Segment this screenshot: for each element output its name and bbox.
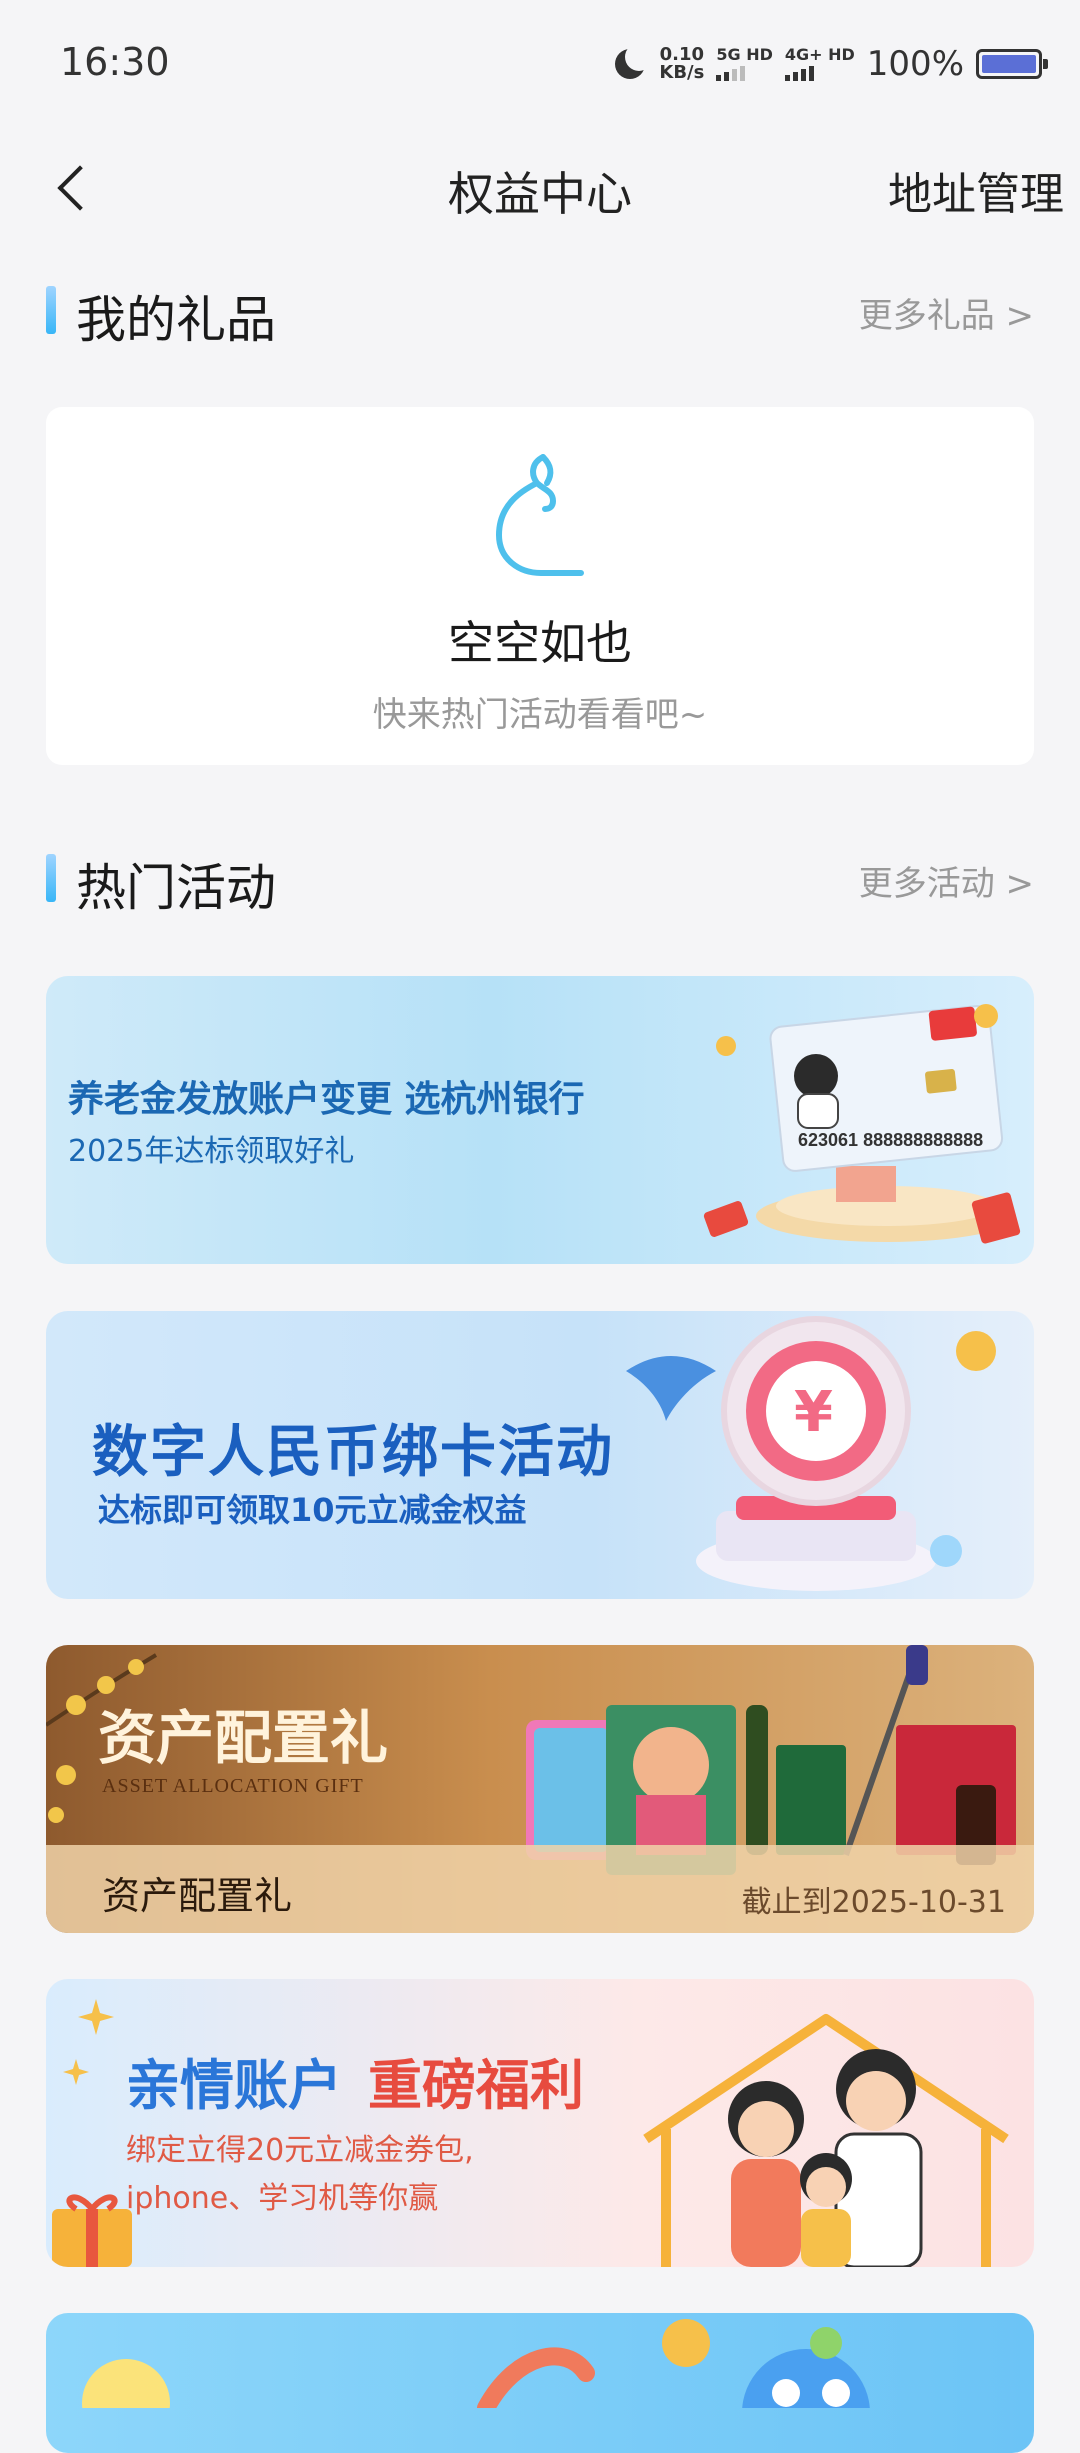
- banner-subtitle: 达标即可领取10元立减金权益: [98, 1491, 527, 1529]
- sparkle-icon: [63, 1999, 114, 2085]
- banner-label: 资产配置礼: [102, 1874, 293, 1918]
- banner-title: 养老金发放账户变更 选杭州银行: [68, 1079, 585, 1120]
- banner-english-title: ASSET ALLOCATION GIFT: [102, 1775, 364, 1797]
- empty-title: 空空如也: [448, 616, 632, 670]
- pension-account-banner[interactable]: 养老金发放账户变更 选杭州银行 2025年达标领取好礼 623061 88888…: [46, 976, 1034, 1264]
- status-icons: 0.10 KB/s 5G HD 4G+ HD 100%: [613, 43, 1048, 84]
- my-gifts-header: 我的礼品 更多礼品 >: [46, 280, 1034, 350]
- banner-title: 资产配置礼: [98, 1704, 389, 1772]
- sim1-label: 5G HD: [716, 45, 773, 64]
- nav-bar: 权益中心 地址管理: [0, 130, 1080, 250]
- empty-subtitle: 快来热门活动看看吧~: [372, 695, 708, 735]
- bank-card-illustration: 623061 888888888888: [703, 1004, 1021, 1244]
- status-bar: 16:30 0.10 KB/s 5G HD 4G+ HD 100%: [0, 0, 1080, 130]
- banner-deadline: 截止到2025-10-31: [741, 1885, 1006, 1920]
- partial-activity-banner[interactable]: [46, 2313, 1034, 2453]
- more-activities-link[interactable]: 更多活动 >: [859, 856, 1034, 905]
- battery-icon: [976, 49, 1048, 79]
- gift-products-illustration: [526, 1645, 1016, 1875]
- hot-activities-title: 热门活动: [76, 859, 276, 917]
- digital-rmb-banner[interactable]: 数字人民币绑卡活动 达标即可领取10元立减金权益 10 ¥: [46, 1311, 1034, 1599]
- banner-title-part2: 重磅福利: [368, 2054, 584, 2117]
- net-speed-unit: KB/s: [659, 62, 705, 83]
- banner-title-part1: 亲情账户: [126, 2054, 342, 2117]
- status-time: 16:30: [60, 40, 170, 84]
- banner-subtitle-line1: 绑定立得20元立减金券包,: [126, 2133, 474, 2168]
- address-management-button[interactable]: 地址管理: [888, 158, 1064, 222]
- section-accent-bar: [46, 286, 56, 334]
- do-not-disturb-icon: [613, 43, 654, 81]
- sim1-signal: 5G HD: [716, 47, 773, 81]
- hot-activities-header: 热门活动 更多活动 >: [46, 848, 1034, 918]
- digital-yuan-illustration: 10 ¥: [626, 1316, 996, 1591]
- svg-text:¥: ¥: [794, 1380, 833, 1445]
- more-gifts-link[interactable]: 更多礼品 >: [859, 288, 1034, 337]
- signal-bars-icon: [784, 65, 814, 81]
- section-accent-bar: [46, 854, 56, 902]
- family-account-banner[interactable]: 亲情账户 重磅福利 绑定立得20元立减金券包, iphone、学习机等你赢: [46, 1979, 1034, 2267]
- my-gifts-title: 我的礼品: [76, 291, 276, 349]
- sim2-signal: 4G+ HD: [784, 45, 855, 81]
- signal-bars-icon: [716, 65, 746, 81]
- banner-subtitle-line2: iphone、学习机等你赢: [126, 2181, 439, 2216]
- asset-allocation-banner[interactable]: 资产配置礼 ASSET ALLOCATION GIFT 资产配置礼 截止到202…: [46, 1645, 1034, 1933]
- banner-title: 数字人民币绑卡活动: [92, 1420, 614, 1485]
- empty-gifts-card: 空空如也 快来热门活动看看吧~: [46, 407, 1034, 765]
- family-illustration: [643, 2014, 1009, 2267]
- battery-percent: 100%: [866, 44, 964, 84]
- mascot-illustration: [82, 2319, 870, 2408]
- gift-box-icon: [52, 2194, 132, 2267]
- net-speed: 0.10 KB/s: [659, 46, 704, 82]
- sim2-label: 4G+ HD: [784, 45, 855, 64]
- card-number: 623061 888888888888: [798, 1130, 983, 1150]
- gourd-icon: [496, 454, 584, 576]
- banner-subtitle: 2025年达标领取好礼: [68, 1134, 355, 1169]
